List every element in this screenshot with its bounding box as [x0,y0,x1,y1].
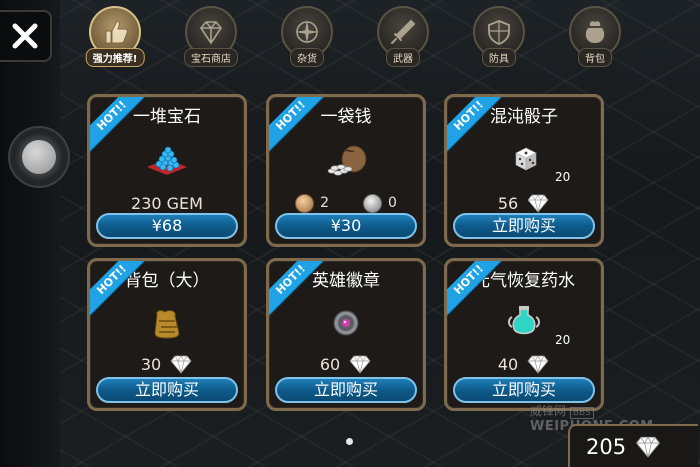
shop-item-card[interactable]: 混沌骰子 HOT!! 20 56 立即购买 [444,94,604,247]
tab-label: 防具 [482,48,516,67]
dice-icon [500,137,548,181]
money-bag-icon [322,137,370,181]
gem-balance: 205 [568,424,698,467]
watermark-bbs: BBS [569,407,594,419]
shop-item-card[interactable]: 一袋钱 HOT!! 2 0 ¥30 [266,94,426,247]
tab-label: 背包 [578,48,612,67]
tab-label: 武器 [386,48,420,67]
diamond-icon [348,354,372,374]
silver-coin-price: 0 [363,193,397,213]
tab-backpack[interactable]: 背包 [564,6,626,67]
item-quantity: 20 [555,170,571,184]
diamond-icon [526,354,550,374]
close-icon [12,23,38,49]
buy-button[interactable]: 立即购买 [96,377,238,403]
shop-item-card[interactable]: 背包（大） HOT!! 30 立即购买 [87,258,247,411]
badge-icon [322,301,370,345]
tab-groceries[interactable]: 杂货 [276,6,338,67]
scene-left-strip [0,0,60,467]
close-button[interactable] [0,10,52,62]
tab-armor[interactable]: 防具 [468,6,530,67]
tab-weapons[interactable]: 武器 [372,6,434,67]
price-amount: 40 [497,354,519,374]
buy-button[interactable]: 立即购买 [275,377,417,403]
gem-pile-icon [143,137,191,181]
price-amount: 56 [497,193,519,213]
diamond-icon [169,354,193,374]
shop-item-card[interactable]: 英雄徽章 HOT!! 60 立即购买 [266,258,426,411]
buy-button[interactable]: ¥68 [96,213,238,239]
shop-item-card[interactable]: 一堆宝石 HOT!! 230 GEM ¥68 [87,94,247,247]
copper-coin-icon [295,193,315,213]
item-price: 230 GEM [131,193,203,213]
tab-label: 杂货 [290,48,324,67]
shop-item-card[interactable]: 元气恢复药水 HOT!! 20 40 立即购买 [444,258,604,411]
buy-button[interactable]: 立即购买 [453,377,595,403]
page-indicator-dot [346,438,353,445]
silver-coin-icon [363,193,382,213]
balance-amount: 205 [586,434,627,459]
joystick-knob[interactable] [22,140,56,174]
diamond-icon [634,435,662,458]
gem-price: 40 [447,353,601,375]
watermark-text: 威锋网 [530,404,567,418]
buy-button[interactable]: 立即购买 [453,213,595,239]
tab-label: 宝石商店 [184,48,238,67]
tab-label: 强力推荐! [85,48,145,67]
coin-prices: 2 0 [269,192,423,214]
backpack-icon [143,301,191,345]
price-amount: 60 [319,354,341,374]
item-quantity: 20 [555,333,571,347]
virtual-joystick[interactable] [8,126,70,188]
copper-coin-price: 2 [295,193,329,213]
buy-button[interactable]: ¥30 [275,213,417,239]
gem-price: 30 [90,353,244,375]
tab-gem-shop[interactable]: 宝石商店 [180,6,242,67]
tab-recommended[interactable]: 强力推荐! [84,6,146,67]
copper-amount: 2 [320,195,329,211]
price-amount: 30 [140,354,162,374]
diamond-icon [526,193,550,213]
gem-price: 56 [447,192,601,214]
potion-icon [500,301,548,345]
gem-price: 60 [269,353,423,375]
silver-amount: 0 [388,195,397,211]
